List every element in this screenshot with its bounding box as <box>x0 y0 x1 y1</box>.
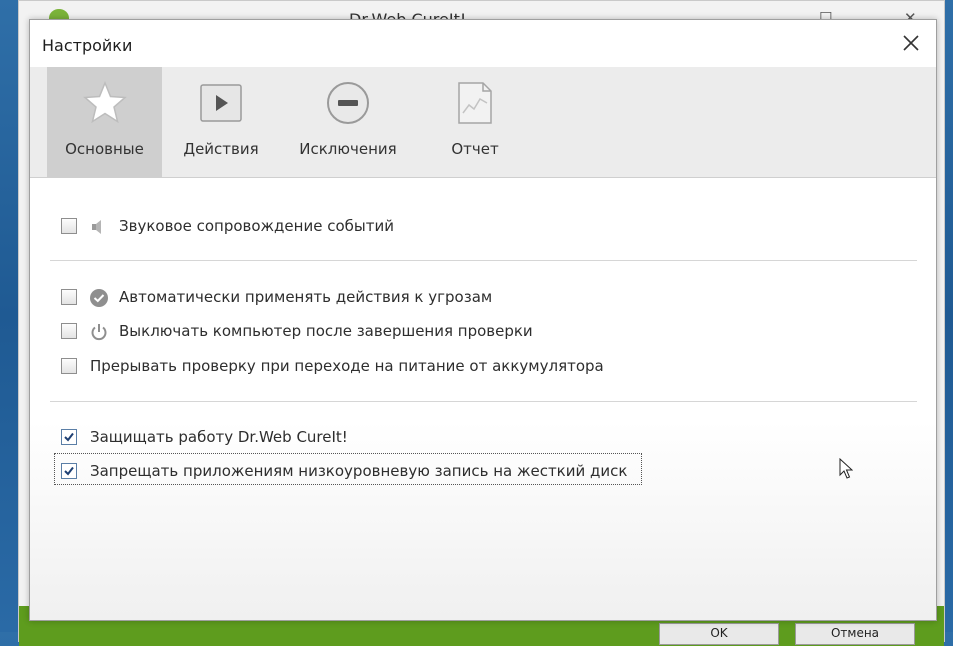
block-disk-write-checkbox[interactable] <box>61 463 77 479</box>
option-self-protection[interactable]: Защищать работу Dr.Web CureIt! <box>61 427 401 449</box>
settings-tabs: Основные Действия Исключения Отчет <box>30 67 936 178</box>
power-icon <box>91 324 107 341</box>
tab-label: Отчет <box>451 140 499 158</box>
battery-checkbox[interactable] <box>61 358 77 374</box>
shutdown-label: Выключать компьютер после завершения про… <box>119 322 533 340</box>
auto-actions-checkbox[interactable] <box>61 289 77 305</box>
cancel-button[interactable]: Отмена <box>795 623 915 645</box>
tab-report[interactable]: Отчет <box>425 67 525 177</box>
tab-actions[interactable]: Действия <box>170 67 272 177</box>
check-circle-icon <box>90 289 108 307</box>
play-icon <box>200 84 242 122</box>
dialog-title: Настройки <box>42 36 133 55</box>
close-icon[interactable] <box>900 32 922 54</box>
tab-label: Исключения <box>299 140 397 158</box>
option-sound[interactable]: Звуковое сопровождение событий <box>61 216 521 238</box>
sound-checkbox[interactable] <box>61 218 77 234</box>
star-icon <box>82 81 127 124</box>
battery-label: Прерывать проверку при переходе на питан… <box>90 357 604 375</box>
tab-exclusions[interactable]: Исключения <box>287 67 409 177</box>
sound-label: Звуковое сопровождение событий <box>119 217 394 235</box>
ok-button[interactable]: OK <box>659 623 779 645</box>
shutdown-checkbox[interactable] <box>61 323 77 339</box>
option-auto-actions[interactable]: Автоматически применять действия к угроз… <box>61 287 621 309</box>
checkmark-icon <box>64 432 74 442</box>
minus-circle-icon <box>327 82 369 124</box>
option-battery[interactable]: Прерывать проверку при переходе на питан… <box>61 356 661 378</box>
mouse-cursor-icon <box>839 458 853 479</box>
tab-label: Действия <box>183 140 259 158</box>
block-disk-write-label: Запрещать приложениям низкоуровневую зап… <box>90 462 628 480</box>
divider <box>50 260 917 261</box>
general-settings-panel: Звуковое сопровождение событий Автоматич… <box>30 178 936 620</box>
self-protection-checkbox[interactable] <box>61 429 77 445</box>
settings-dialog: Настройки Основные Действия Исключения О… <box>29 19 937 621</box>
divider <box>50 401 917 402</box>
speaker-icon <box>92 220 101 234</box>
tab-label: Основные <box>65 140 144 158</box>
report-icon <box>458 82 492 124</box>
self-protection-label: Защищать работу Dr.Web CureIt! <box>90 428 348 446</box>
auto-actions-label: Автоматически применять действия к угроз… <box>119 288 493 306</box>
tab-general[interactable]: Основные <box>47 67 162 177</box>
checkmark-icon <box>64 466 74 476</box>
option-block-disk-write[interactable]: Запрещать приложениям низкоуровневую зап… <box>61 461 641 483</box>
option-shutdown[interactable]: Выключать компьютер после завершения про… <box>61 321 621 343</box>
